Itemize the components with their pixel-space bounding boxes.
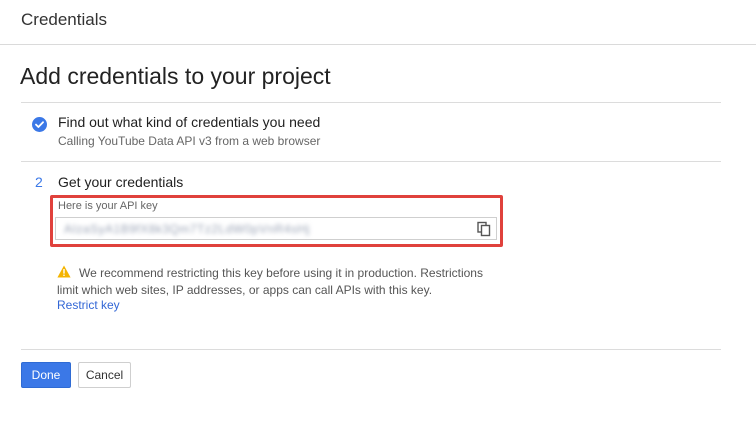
warning-text: We recommend restricting this key before… — [57, 266, 483, 297]
divider — [21, 102, 721, 103]
cancel-button[interactable]: Cancel — [78, 362, 131, 388]
page-title: Add credentials to your project — [20, 63, 331, 89]
divider — [21, 349, 721, 350]
step2-title: Get your credentials — [58, 174, 184, 190]
done-button[interactable]: Done — [21, 362, 71, 388]
step1-title: Find out what kind of credentials you ne… — [58, 114, 321, 130]
copy-icon[interactable] — [476, 221, 492, 237]
header-title: Credentials — [21, 10, 107, 29]
top-bar: Credentials — [0, 0, 756, 45]
api-key-label: Here is your API key — [58, 200, 158, 212]
api-key-field[interactable]: AIzaSyA1B9fX8k3Qm7Tz2LdW0pVnR4sHj — [55, 217, 497, 240]
check-circle-icon — [32, 117, 47, 132]
restrict-key-link[interactable]: Restrict key — [57, 298, 120, 312]
divider — [21, 161, 721, 162]
api-key-value[interactable]: AIzaSyA1B9fX8k3Qm7Tz2LdW0pVnR4sHj — [64, 222, 310, 236]
warning-icon — [57, 265, 71, 278]
step1-subtitle: Calling YouTube Data API v3 from a web b… — [58, 134, 321, 148]
step2-number: 2 — [35, 174, 43, 190]
